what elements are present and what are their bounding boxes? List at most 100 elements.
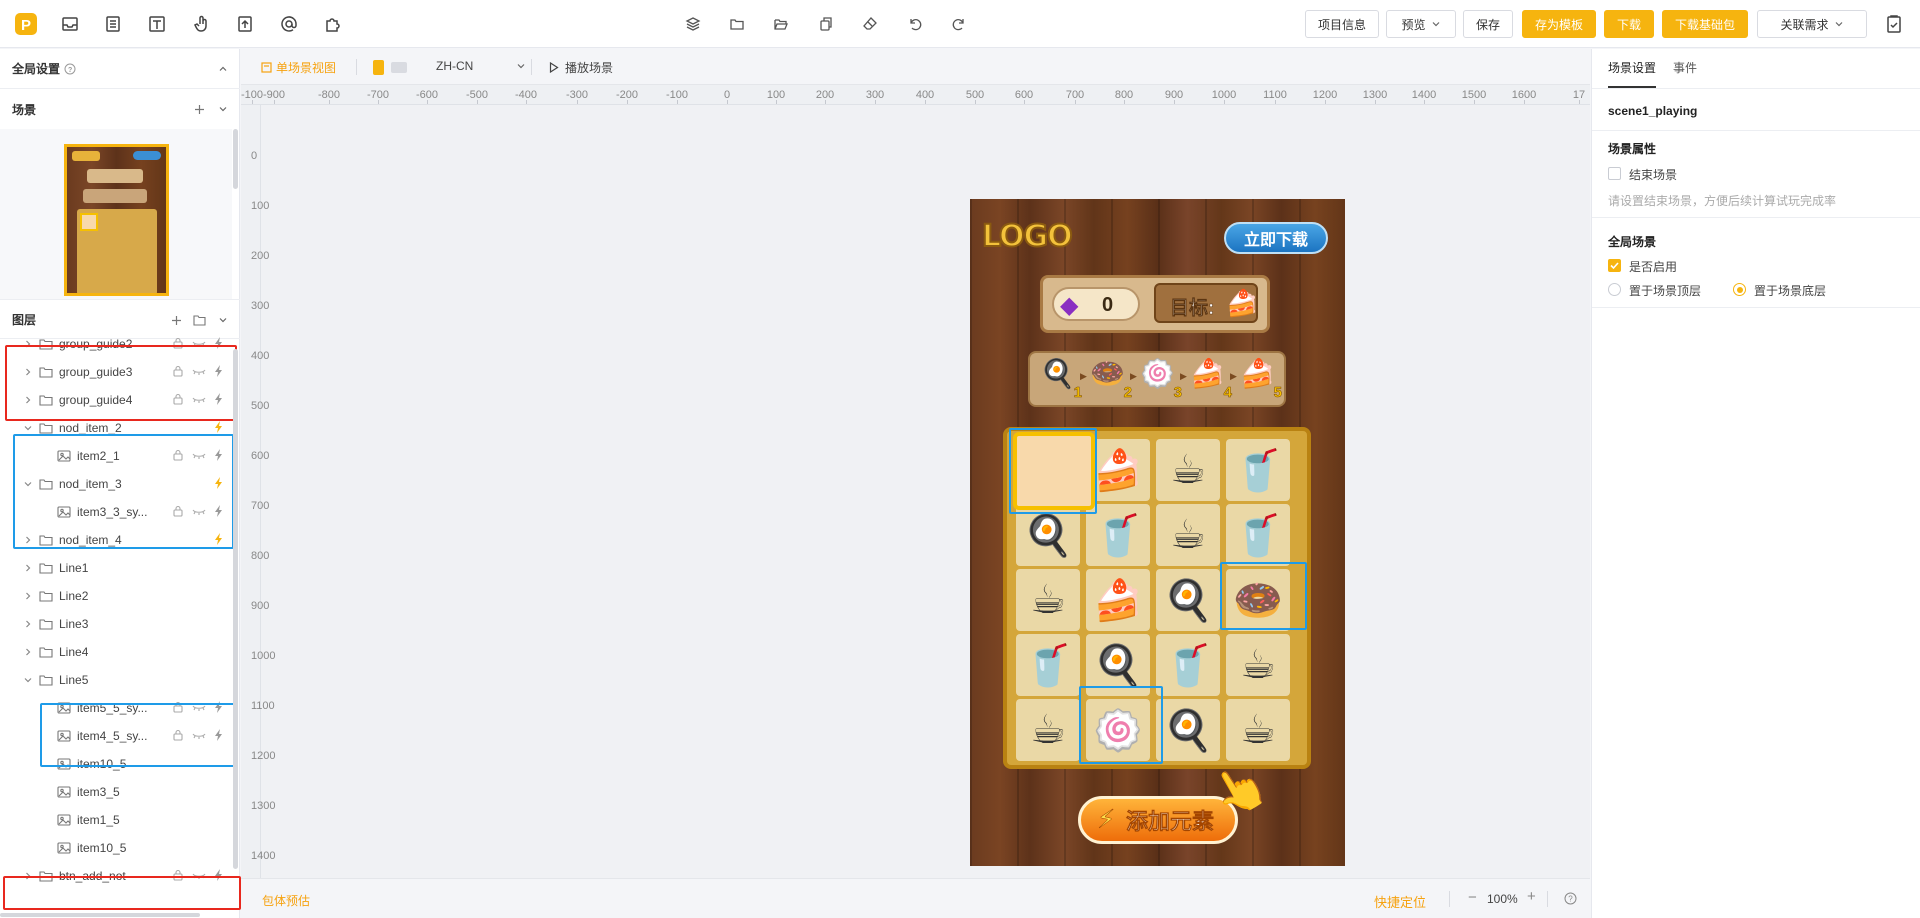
chevron-right-icon[interactable]: [22, 562, 34, 574]
layer-row[interactable]: item10_5: [0, 834, 232, 862]
theme-swatch-yellow[interactable]: [373, 60, 384, 75]
chevron-down-icon[interactable]: [22, 422, 34, 434]
chevron-down-icon: [1432, 22, 1439, 27]
end-scene-checkbox[interactable]: [1608, 167, 1621, 180]
layer-row[interactable]: Line5: [0, 666, 232, 694]
chevron-down-icon[interactable]: [218, 104, 228, 114]
zoom-out-icon[interactable]: −: [1468, 889, 1477, 906]
ruler-tick: [1174, 100, 1175, 104]
board-cell[interactable]: 🥤: [1226, 504, 1290, 566]
chevron-right-icon[interactable]: [22, 646, 34, 658]
folder-open-icon[interactable]: [769, 12, 793, 36]
zoom-in-icon[interactable]: +: [1527, 888, 1536, 905]
bottom-layer-radio[interactable]: [1733, 283, 1746, 296]
related-demand-dropdown[interactable]: 关联需求: [1757, 10, 1867, 38]
board-cell[interactable]: 🥤: [1156, 634, 1220, 696]
download-button[interactable]: 下载: [1604, 10, 1654, 38]
theme-swatch-grey[interactable]: [391, 62, 407, 73]
help-icon[interactable]: ?: [64, 63, 76, 75]
document-icon[interactable]: [101, 12, 125, 36]
board-cell[interactable]: ☕: [1156, 439, 1220, 501]
top-layer-radio[interactable]: [1608, 283, 1621, 296]
canvas-status-bar: 包体预估 快捷定位 − 100% + ?: [241, 878, 1590, 918]
layers-icon[interactable]: [681, 12, 705, 36]
global-settings-header[interactable]: 全局设置 ?: [0, 49, 240, 89]
plugin-icon[interactable]: [321, 12, 345, 36]
undo-icon[interactable]: [903, 12, 927, 36]
save-button[interactable]: 保存: [1463, 10, 1513, 38]
layer-row[interactable]: Line4: [0, 638, 232, 666]
chevron-right-icon[interactable]: [22, 618, 34, 630]
board-cell[interactable]: ☕: [1226, 699, 1290, 761]
download-now-button[interactable]: 立即下载: [1224, 222, 1328, 254]
board-cell[interactable]: ☕: [1016, 699, 1080, 761]
horizontal-scrollbar[interactable]: [0, 913, 200, 917]
board-cell[interactable]: 🍰: [1086, 569, 1150, 631]
board-cell[interactable]: 🍳: [1156, 699, 1220, 761]
enable-checkbox[interactable]: [1608, 259, 1621, 272]
eraser-icon[interactable]: [858, 12, 882, 36]
ruler-tick-label: 1100: [251, 700, 275, 712]
chevron-right-icon[interactable]: [22, 590, 34, 602]
board-cell[interactable]: ☕: [1226, 634, 1290, 696]
save-template-button[interactable]: 存为模板: [1522, 10, 1596, 38]
food-icon: 🥤: [1023, 643, 1073, 688]
gesture-icon[interactable]: [190, 12, 214, 36]
layer-row[interactable]: item3_5: [0, 778, 232, 806]
scene-list-scrollbar[interactable]: [233, 129, 238, 189]
language-select[interactable]: ZH-CN: [436, 59, 526, 73]
help-icon[interactable]: ?: [1564, 892, 1577, 905]
chevron-down-icon[interactable]: [218, 315, 228, 325]
inbox-icon[interactable]: [58, 12, 82, 36]
project-info-button[interactable]: 项目信息: [1305, 10, 1379, 38]
event-bolt-icon[interactable]: [214, 421, 224, 433]
top-toolbar: P 项目信息 预览 保存 存为模板 下载 下载基础包 关联需求: [0, 0, 1920, 48]
empty-slot[interactable]: [1013, 432, 1095, 510]
preview-dropdown[interactable]: 预览: [1386, 10, 1456, 38]
right-panel: 场景设置 事件 scene1_playing 场景属性 结束场景 请设置结束场景…: [1591, 49, 1920, 918]
text-icon[interactable]: [145, 12, 169, 36]
quick-locate-link[interactable]: 快捷定位: [1374, 892, 1426, 911]
board-cell[interactable]: 🥤: [1016, 634, 1080, 696]
redo-icon[interactable]: [947, 12, 971, 36]
tab-events[interactable]: 事件: [1673, 59, 1697, 76]
board-cell[interactable]: 🥤: [1226, 439, 1290, 501]
copy-icon[interactable]: [814, 12, 838, 36]
chevron-up-icon[interactable]: [218, 64, 228, 74]
food-icon: 🥤: [1093, 513, 1143, 558]
food-icon: 🥤: [1163, 643, 1213, 688]
target-box: 目标: 🍰: [1154, 283, 1258, 323]
play-scene-button[interactable]: 播放场景: [549, 59, 613, 76]
package-estimate-link[interactable]: 包体预估: [262, 892, 310, 909]
ruler-tick: [825, 100, 826, 104]
layer-row[interactable]: Line2: [0, 582, 232, 610]
scene-name[interactable]: scene1_playing: [1608, 104, 1697, 118]
folder-icon: [39, 423, 53, 434]
add-layer-icon[interactable]: [171, 315, 182, 326]
add-element-button[interactable]: ⚡ 添加元素: [1078, 796, 1238, 844]
upload-file-icon[interactable]: [233, 12, 257, 36]
ruler-tick-label: 400: [251, 350, 270, 362]
download-base-button[interactable]: 下载基础包: [1662, 10, 1748, 38]
at-icon[interactable]: [277, 12, 301, 36]
layer-row[interactable]: Line1: [0, 554, 232, 582]
scene-thumbnail[interactable]: [64, 144, 169, 296]
board-cell[interactable]: ☕: [1016, 569, 1080, 631]
app-logo-icon[interactable]: P: [14, 12, 38, 36]
ruler-tick-label: 1000: [251, 650, 276, 662]
board-cell[interactable]: 🍳: [1156, 569, 1220, 631]
add-scene-icon[interactable]: [194, 104, 205, 115]
layer-row[interactable]: item1_5: [0, 806, 232, 834]
single-scene-view-toggle[interactable]: 单场景视图: [261, 59, 336, 76]
scene-canvas[interactable]: LOGO 立即下载 ◆ 0 目标: 🍰 🍳 1 ▶ 🍩 2 ▶ 🍥 3 ▶ 🍰 4 ▶ 🍰 5 🍰 ☕ 🥤 🍳 🥤…: [970, 199, 1345, 866]
chevron-down-icon[interactable]: [22, 674, 34, 686]
tab-scene-settings[interactable]: 场景设置: [1608, 59, 1656, 76]
clipboard-check-icon[interactable]: [1882, 12, 1906, 36]
layer-row[interactable]: Line3: [0, 610, 232, 638]
layer-list-scrollbar[interactable]: [233, 349, 238, 869]
board-cell[interactable]: ☕: [1156, 504, 1220, 566]
folder-icon[interactable]: [725, 12, 749, 36]
ruler-tick: [727, 100, 728, 104]
new-folder-icon[interactable]: [193, 314, 206, 326]
scene-name-row: scene1_playing: [1592, 89, 1920, 131]
